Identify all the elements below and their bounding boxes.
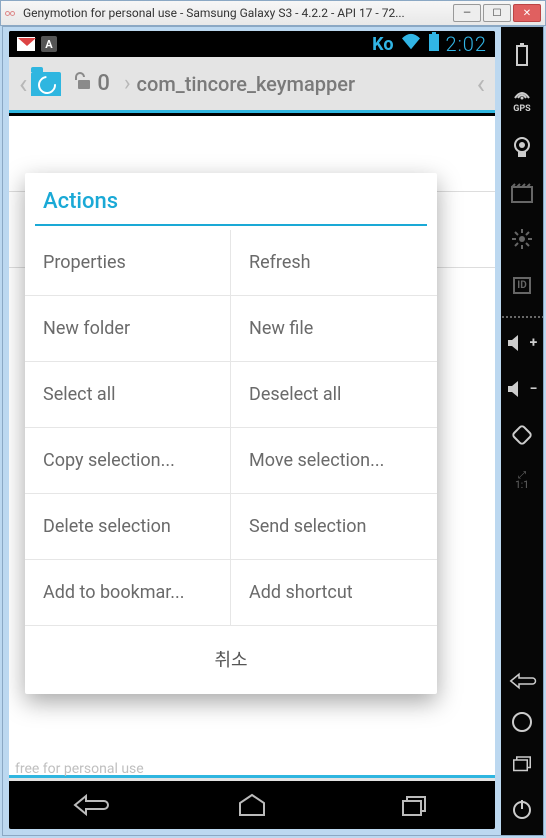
window-titlebar: Genymotion for personal use - Samsung Ga… <box>0 0 546 26</box>
sidebar-back-button[interactable] <box>504 661 540 701</box>
nav-back-soft-button[interactable] <box>60 791 120 819</box>
action-add-bookmark[interactable]: Add to bookmar... <box>25 560 231 626</box>
action-delete-selection[interactable]: Delete selection <box>25 494 231 560</box>
android-navbar <box>9 781 495 829</box>
path-separator-icon: › <box>124 71 131 96</box>
path-segment[interactable]: com_tincore_keymapper <box>137 72 355 96</box>
battery-icon <box>428 32 440 57</box>
volume-down-button[interactable]: − <box>504 369 540 409</box>
battery-tool-icon[interactable] <box>504 35 540 75</box>
dialog-grid: Properties Refresh New folder New file S… <box>25 230 437 626</box>
capture-tool-icon[interactable] <box>504 173 540 213</box>
window-title: Genymotion for personal use - Samsung Ga… <box>23 6 453 20</box>
dialog-title-rule <box>35 224 427 226</box>
app-toolbar: ‹ 0 › com_tincore_keymapper ‹ <box>9 57 495 113</box>
window-maximize-button[interactable]: ☐ <box>483 4 511 22</box>
pixel-perfect-button[interactable]: ⤢1:1 <box>504 461 540 501</box>
sidebar-recents-button[interactable] <box>504 743 540 783</box>
action-copy-selection[interactable]: Copy selection... <box>25 428 231 494</box>
genymotion-icon <box>5 8 19 18</box>
window-minimize-button[interactable]: — <box>453 4 481 22</box>
remote-tool-icon[interactable] <box>504 219 540 259</box>
folder-icon[interactable] <box>31 72 61 96</box>
action-deselect-all[interactable]: Deselect all <box>231 362 437 428</box>
nav-recents-soft-button[interactable] <box>384 791 444 819</box>
volume-up-button[interactable]: + <box>504 323 540 363</box>
genymotion-sidebar: GPS ID + − ⤢1:1 <box>501 27 543 835</box>
action-properties[interactable]: Properties <box>25 230 231 296</box>
nav-forward-button[interactable]: ‹ <box>473 67 489 100</box>
gmail-icon <box>17 37 35 51</box>
camera-tool-icon[interactable] <box>504 127 540 167</box>
action-move-selection[interactable]: Move selection... <box>231 428 437 494</box>
wifi-icon <box>400 32 422 56</box>
action-new-file[interactable]: New file <box>231 296 437 362</box>
identifiers-tool-icon[interactable]: ID <box>504 265 540 305</box>
sidebar-divider <box>501 315 543 319</box>
selection-count: 0 <box>97 71 110 96</box>
device-screen: A Ko 2:02 ‹ 0 › com_tincore_keymapp <box>9 31 495 829</box>
action-new-folder[interactable]: New folder <box>25 296 231 362</box>
sidebar-home-button[interactable] <box>504 707 540 737</box>
rotate-button[interactable] <box>504 415 540 455</box>
watermark: free for personal use <box>15 761 144 777</box>
action-send-selection[interactable]: Send selection <box>231 494 437 560</box>
dialog-cancel-button[interactable]: 취소 <box>25 626 437 694</box>
nav-back-button[interactable]: ‹ <box>15 67 31 100</box>
action-select-all[interactable]: Select all <box>25 362 231 428</box>
ime-indicator: Ko <box>372 34 393 55</box>
actions-dialog: Actions Properties Refresh New folder Ne… <box>25 173 437 694</box>
action-add-shortcut[interactable]: Add shortcut <box>231 560 437 626</box>
clock: 2:02 <box>446 32 487 56</box>
unlock-icon[interactable] <box>73 71 93 96</box>
gps-tool-icon[interactable]: GPS <box>504 81 540 121</box>
keyboard-notif-icon: A <box>41 36 57 52</box>
sidebar-power-button[interactable] <box>504 789 540 829</box>
action-refresh[interactable]: Refresh <box>231 230 437 296</box>
emulator-frame: A Ko 2:02 ‹ 0 › com_tincore_keymapp <box>2 26 544 836</box>
window-close-button[interactable]: ✕ <box>513 4 541 22</box>
dialog-title: Actions <box>25 173 437 224</box>
android-statusbar: A Ko 2:02 <box>9 31 495 57</box>
nav-home-soft-button[interactable] <box>222 791 282 819</box>
